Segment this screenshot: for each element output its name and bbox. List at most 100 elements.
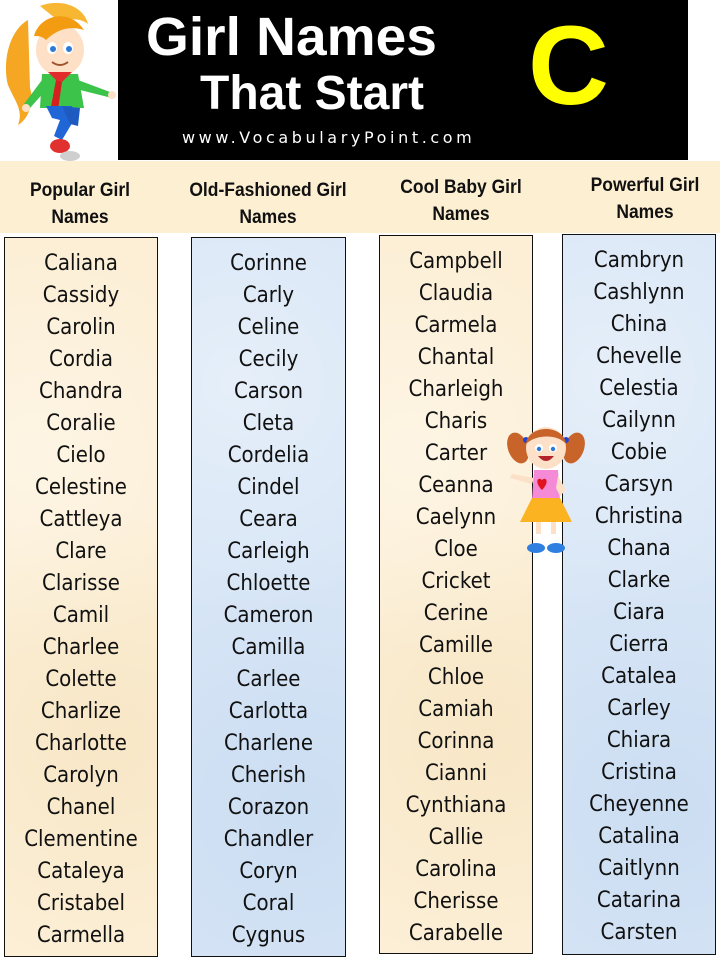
name-item: Cielo (56, 443, 106, 468)
name-item: Corinne (230, 251, 307, 276)
name-item: Charlize (40, 699, 122, 724)
name-item: Carmella (36, 923, 126, 948)
name-item: Cerine (423, 601, 489, 626)
name-item: Cindel (237, 475, 300, 500)
name-item: Celestine (34, 475, 127, 500)
name-item: Chandler (223, 827, 314, 852)
name-item: Cricket (421, 569, 491, 594)
column-heading-old-fashioned: Old-Fashioned Girl Names (178, 177, 358, 231)
heading-line: Names (432, 204, 490, 225)
name-item: Cristabel (37, 891, 125, 916)
name-item: Cherisse (413, 889, 499, 914)
name-item: Chloette (226, 571, 311, 596)
heading-line: Popular Girl (29, 180, 131, 201)
name-item: Coralie (46, 411, 116, 436)
name-item: Caitlynn (598, 856, 680, 881)
name-column-powerful: Cambryn Cashlynn China Chevelle Celestia Cail… (562, 234, 716, 955)
column-heading-powerful: Powerful Girl Names (570, 172, 719, 226)
name-item: Carolin (46, 315, 116, 340)
name-item: Corazon (227, 795, 310, 820)
name-item: Clare (55, 539, 107, 564)
name-item: Cynthiana (405, 793, 507, 818)
name-item: Cataleya (37, 859, 125, 884)
name-item: Chloe (427, 665, 485, 690)
name-item: Cordelia (227, 443, 310, 468)
name-item: Celine (237, 315, 300, 340)
name-item: Cristina (601, 760, 677, 785)
name-item: Cattleya (39, 507, 123, 532)
name-item: Carlee (236, 667, 301, 692)
name-item: Charlee (42, 635, 120, 660)
name-item: Caelynn (415, 505, 497, 530)
name-item: Cambryn (593, 248, 685, 273)
letter-highlight: C (528, 3, 609, 128)
name-item: Cameron (223, 603, 314, 628)
name-item: Carter (424, 441, 488, 466)
name-item: Carabelle (408, 921, 504, 946)
name-item: Cloe (434, 537, 478, 562)
name-item: Clarke (607, 568, 671, 593)
name-item: Carolyn (43, 763, 119, 788)
name-item: Clarisse (42, 571, 120, 596)
name-item: Charlene (223, 731, 314, 756)
name-item: Cherish (230, 763, 307, 788)
name-item: Camilla (231, 635, 306, 660)
name-item: Chiara (606, 728, 672, 753)
name-item: Campbell (409, 249, 503, 274)
name-item: Carly (242, 283, 295, 308)
name-item: Cassidy (42, 283, 120, 308)
name-item: Carsten (600, 920, 678, 945)
name-item: Claudia (418, 281, 494, 306)
heading-line: Old-Fashioned Girl (189, 180, 347, 201)
name-column-popular: Caliana Cassidy Carolin Cordia Chandra Corali… (4, 237, 158, 957)
name-item: Carlotta (228, 699, 309, 724)
heading-line: Powerful Girl (590, 175, 700, 196)
name-item: Charleigh (408, 377, 504, 402)
name-item: Camil (52, 603, 110, 628)
column-header-band: Popular Girl Names Old-Fashioned Girl Na… (0, 161, 720, 233)
name-item: Cheyenne (589, 792, 689, 817)
cartoon-girl-orange-hair-icon (6, 2, 116, 161)
heading-line: Names (616, 202, 674, 223)
name-item: Camille (419, 633, 493, 658)
name-item: Cianni (424, 761, 488, 786)
name-item: Carley (607, 696, 671, 721)
name-item: Cordia (49, 347, 113, 372)
name-item: Cailynn (602, 408, 676, 433)
name-item: Chandra (39, 379, 123, 404)
heading-line: Cool Baby Girl (400, 177, 522, 198)
heading-line: Names (51, 207, 109, 228)
name-item: Cygnus (231, 923, 306, 948)
cartoon-girl-pigtails-icon (507, 427, 585, 553)
name-item: Celestia (599, 376, 679, 401)
name-item: Ceanna (418, 473, 494, 498)
column-heading-cool-baby: Cool Baby Girl Names (386, 174, 535, 228)
name-item: Camiah (418, 697, 494, 722)
name-item: Chevelle (596, 344, 682, 369)
name-item: Cecily (238, 347, 299, 372)
name-item: Charlotte (35, 731, 127, 756)
name-item: Chana (607, 536, 671, 561)
name-item: Cleta (242, 411, 295, 436)
column-heading-popular: Popular Girl Names (10, 177, 150, 231)
name-item: Callie (428, 825, 484, 850)
heading-line: Names (239, 207, 297, 228)
name-item: Cobie (610, 440, 668, 465)
name-item: Ceara (239, 507, 298, 532)
name-item: Christina (594, 504, 684, 529)
name-item: Cashlynn (593, 280, 685, 305)
name-item: Charis (424, 409, 488, 434)
name-item: Carolina (415, 857, 497, 882)
name-item: Carmela (414, 313, 498, 338)
name-column-cool-baby: Campbell Claudia Carmela Chantal Charleigh Ch… (379, 235, 533, 954)
name-item: Clementine (24, 827, 138, 852)
name-item: Catalina (598, 824, 680, 849)
name-column-old-fashioned: Corinne Carly Celine Cecily Carson Cleta Corde… (191, 237, 346, 957)
name-item: Chanel (46, 795, 116, 820)
name-item: Caliana (44, 251, 118, 276)
name-item: Ciara (613, 600, 665, 625)
name-item: Colette (45, 667, 117, 692)
name-item: Chantal (417, 345, 495, 370)
name-item: Carson (233, 379, 304, 404)
title-line-1: Girl Names (146, 7, 437, 67)
